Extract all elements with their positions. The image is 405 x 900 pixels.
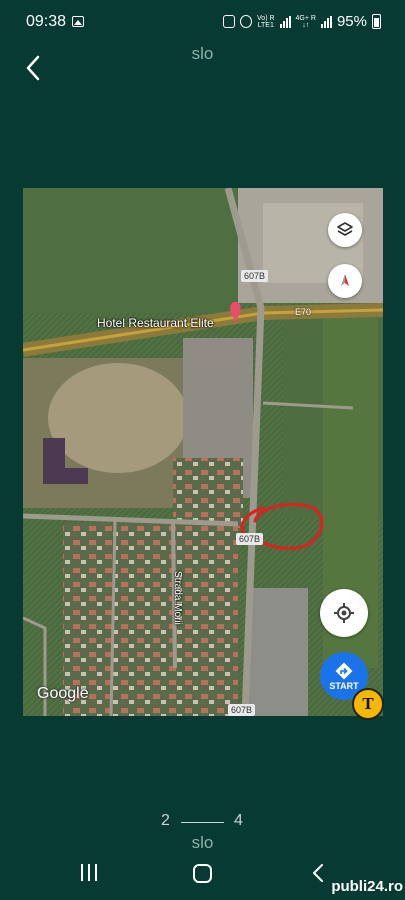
pager-divider: [181, 822, 224, 823]
layers-button[interactable]: [328, 213, 362, 247]
my-location-icon: [334, 603, 354, 623]
volte-indicator: Vo) R LTE1: [257, 15, 275, 29]
status-time: 09:38: [26, 13, 67, 30]
data-bottom: ↓↑: [302, 21, 310, 29]
my-location-button[interactable]: [320, 589, 368, 637]
google-logo: Google: [37, 685, 89, 702]
map-image[interactable]: Hotel Restaurant Elite 607B E70 607B 607…: [23, 188, 383, 716]
battery-percent: 95%: [336, 13, 367, 30]
status-bar: 09:38 Vo) R LTE1 4G+ R ↓↑ 95%: [0, 0, 405, 44]
road-badge-e70: E70: [295, 307, 312, 317]
text-recognition-button[interactable]: T: [352, 688, 384, 720]
compass-icon: [341, 274, 349, 286]
road-badge-607b-bottom: 607B: [228, 704, 256, 716]
directions-icon: [335, 662, 353, 679]
recent-apps-button[interactable]: [80, 864, 100, 882]
back-icon: [313, 864, 323, 882]
pager: 2 4: [0, 812, 405, 832]
compass-button[interactable]: [328, 264, 362, 298]
pager-total: 4: [234, 812, 243, 829]
volte-top: Vo) R: [257, 14, 275, 22]
home-button[interactable]: [193, 864, 212, 883]
gallery-notification-icon: [72, 16, 84, 27]
publi24-watermark: publi24.ro: [331, 878, 403, 895]
system-back-button[interactable]: [308, 862, 328, 884]
signal-icon: [279, 15, 291, 28]
page-title: slo: [191, 44, 214, 63]
road-badge-607b-mid: 607B: [236, 533, 264, 545]
volte-bottom: LTE1: [257, 21, 274, 29]
place-label[interactable]: Hotel Restaurant Elite: [97, 316, 214, 330]
text-recognition-icon: T: [362, 694, 374, 713]
start-label: START: [329, 680, 359, 691]
alarm-icon: [240, 15, 253, 28]
pager-current: 2: [161, 812, 170, 829]
system-navbar: publi24.ro: [0, 852, 405, 900]
satellite-map: [23, 188, 383, 716]
layers-icon: [337, 222, 353, 236]
data-top: 4G+ R: [295, 14, 316, 22]
status-indicators: Vo) R LTE1 4G+ R ↓↑ 95%: [223, 13, 381, 30]
street-label: Strada Morii: [172, 571, 183, 625]
data-indicator: 4G+ R ↓↑: [296, 15, 316, 29]
signal-icon-2: [320, 15, 332, 28]
road-badge-607b-top: 607B: [241, 270, 269, 282]
screenshot-icon: [223, 15, 236, 28]
battery-icon: [372, 14, 381, 29]
footer-title: slo: [191, 833, 214, 852]
viewer-header: slo: [0, 44, 405, 94]
